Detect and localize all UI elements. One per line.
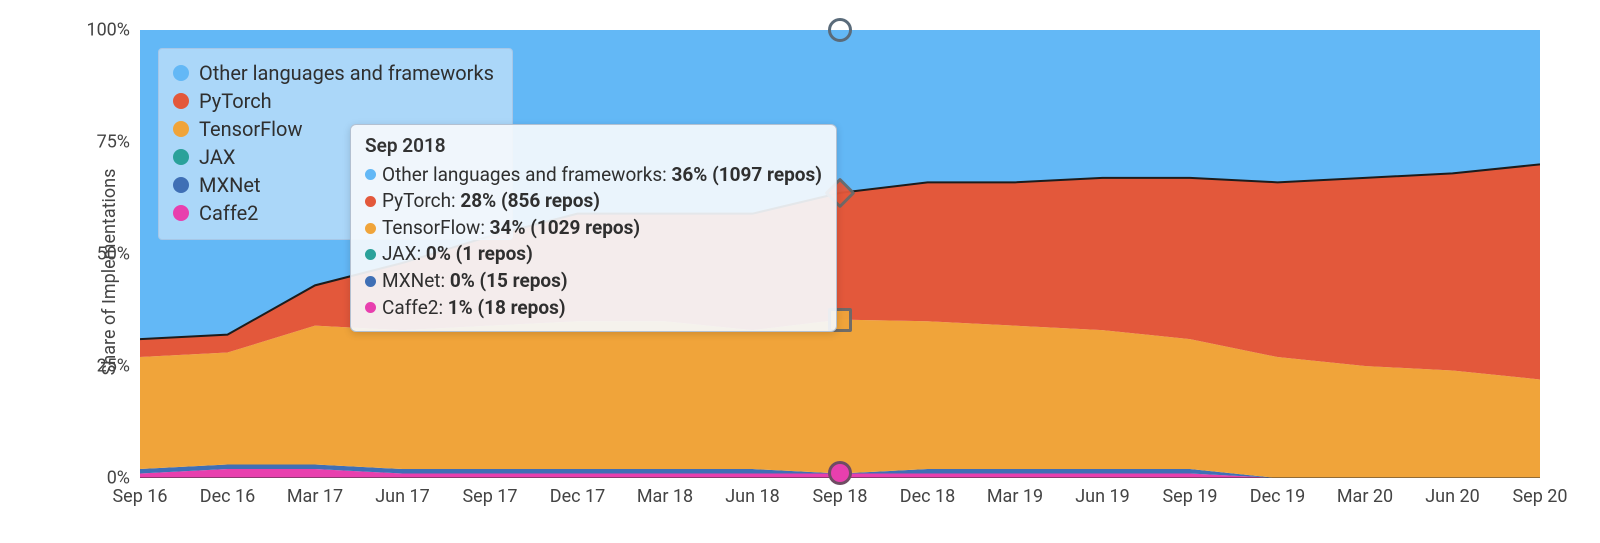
tooltip-dot (365, 302, 376, 313)
stacked-area-chart: Share of Implementations 100% 75% 50% 25… (0, 0, 1600, 543)
legend-label: PyTorch (199, 88, 272, 114)
tooltip-title: Sep 2018 (365, 133, 822, 160)
legend-label: Caffe2 (199, 200, 258, 226)
x-tick: Dec 16 (200, 486, 255, 507)
hover-marker-caffe2 (828, 461, 852, 485)
tooltip-row: Caffe2: 1% (18 repos) (365, 295, 822, 322)
legend-item[interactable]: Other languages and frameworks (173, 59, 494, 87)
x-tick: Mar 19 (987, 486, 1043, 507)
x-tick: Jun 20 (1425, 486, 1480, 507)
x-tick: Sep 18 (812, 486, 867, 507)
y-axis-title: Share of Implementations (99, 168, 120, 375)
x-tick: Jun 19 (1075, 486, 1130, 507)
legend-label: MXNet (199, 172, 261, 198)
y-tick: 100% (70, 20, 130, 41)
legend-swatch (173, 121, 189, 137)
tooltip-row: MXNet: 0% (15 repos) (365, 268, 822, 295)
x-tick: Sep 17 (462, 486, 517, 507)
tooltip-row: Other languages and frameworks: 36% (109… (365, 162, 822, 189)
legend-swatch (173, 65, 189, 81)
tooltip-dot (365, 249, 376, 260)
tooltip: Sep 2018 Other languages and frameworks:… (350, 124, 837, 332)
legend-label: JAX (199, 144, 235, 170)
x-tick: Dec 17 (550, 486, 605, 507)
x-tick: Jun 17 (375, 486, 430, 507)
tooltip-row: TensorFlow: 34% (1029 repos) (365, 215, 822, 242)
legend-label: TensorFlow (199, 116, 302, 142)
x-tick: Sep 16 (112, 486, 167, 507)
y-tick: 25% (70, 356, 130, 377)
y-tick: 50% (70, 244, 130, 265)
legend-item[interactable]: PyTorch (173, 87, 494, 115)
x-tick: Jun 18 (725, 486, 780, 507)
tooltip-dot (365, 169, 376, 180)
legend-swatch (173, 93, 189, 109)
legend-swatch (173, 149, 189, 165)
y-tick: 75% (70, 132, 130, 153)
tooltip-dot (365, 223, 376, 234)
tooltip-dot (365, 196, 376, 207)
legend-swatch (173, 205, 189, 221)
legend-label: Other languages and frameworks (199, 60, 494, 86)
x-tick: Mar 18 (637, 486, 693, 507)
legend-swatch (173, 177, 189, 193)
tooltip-row: JAX: 0% (1 repos) (365, 241, 822, 268)
tooltip-dot (365, 276, 376, 287)
x-tick: Mar 17 (287, 486, 343, 507)
x-tick: Mar 20 (1337, 486, 1393, 507)
x-tick: Sep 19 (1162, 486, 1217, 507)
tooltip-row: PyTorch: 28% (856 repos) (365, 188, 822, 215)
x-tick: Sep 20 (1512, 486, 1567, 507)
hover-marker-other (828, 18, 852, 42)
x-tick: Dec 18 (900, 486, 955, 507)
x-tick: Dec 19 (1250, 486, 1305, 507)
